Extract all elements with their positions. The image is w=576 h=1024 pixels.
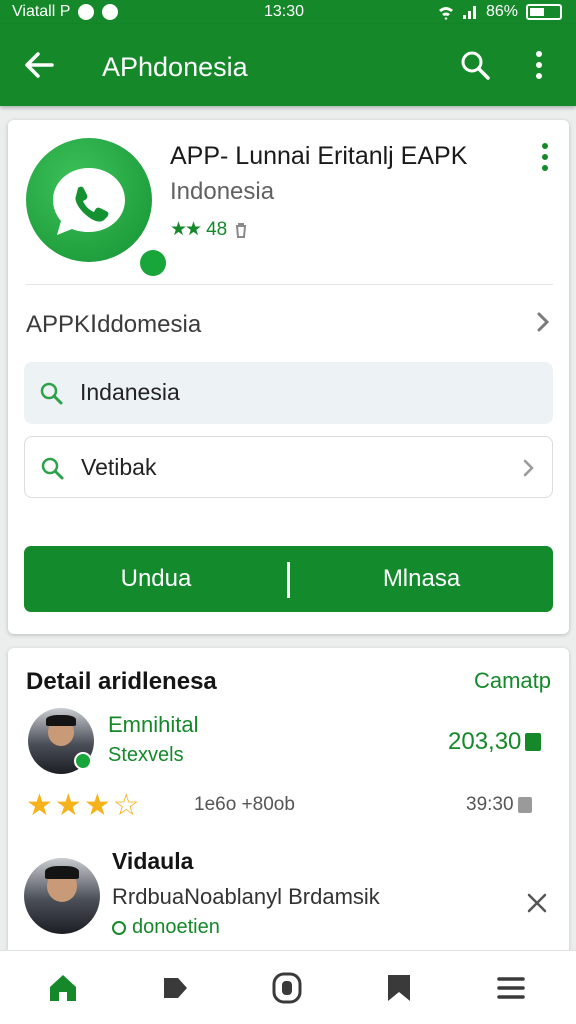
bookmark-icon[interactable] [382,971,416,1005]
review-price: 203,30 [448,728,542,756]
status-right: 86% [438,3,562,21]
shield-icon[interactable] [270,971,304,1005]
publisher-link-label: APPKⅠddomesia [26,311,202,338]
app-name: APP- Lunnai Eritanlj EAPK [170,142,468,170]
app-subtitle: Indonesia [170,178,275,205]
search-icon [41,457,64,480]
battery-icon [526,4,562,20]
avatar[interactable] [24,858,100,934]
notification-icon [78,4,95,20]
card-more-icon[interactable] [538,142,552,172]
notification-icon-2 [102,4,119,20]
search-field-region[interactable]: Indanesia [24,362,553,424]
search-icon[interactable] [458,48,492,82]
star-icon: ★ [26,789,53,822]
reviewer-sub: Stexvels [108,744,184,766]
carrier-text: Viatall Р [12,3,71,20]
details-title: Detail aridlenesa [26,668,217,695]
app-bar: APhdonesia [0,24,576,106]
user-name: Vidaula [112,848,194,874]
user-sub: RrdbuaNoablanyl Brdamsik [112,884,380,909]
search-field-category[interactable]: Vetibak [24,436,553,498]
app-card: APP- Lunnai Eritanlj EAPK Indonesia ★★ 4… [8,120,569,634]
details-action-link[interactable]: Camatp [474,668,551,694]
review-time: 39:30 [466,794,532,816]
chevron-right-icon [537,312,550,332]
chat-phone-icon [53,168,125,235]
arrow-back-icon[interactable] [22,48,56,82]
status-bar: Viatall Р 13:30 86% [0,0,576,24]
star-icon: ★ [54,789,82,822]
download-button[interactable]: Undua [24,546,288,612]
tag-icon[interactable] [158,971,192,1005]
star-half-icon: ☆ [112,789,140,822]
clock-icon [517,797,532,813]
category-field-text: Vetibak [81,454,157,480]
app-logo [26,138,170,280]
wifi-icon [438,7,453,20]
user-link-text: donoetien [132,916,220,938]
menu-icon[interactable] [494,971,528,1005]
open-button[interactable]: Mlnasa [290,546,553,612]
app-badge [136,246,170,280]
more-vert-icon[interactable] [524,48,554,82]
review-time-value: 39:30 [466,794,514,815]
search-field-text: Indanesia [80,379,180,405]
chevron-right-icon [523,459,534,477]
bottom-navigation [0,950,576,1024]
close-icon[interactable] [526,892,548,914]
trash-icon [236,222,247,238]
action-bar: Undua Mlnasa [24,546,553,612]
reviewer-name: Emnihital [108,712,199,737]
battery-percent: 86% [485,3,518,20]
rating-stars: ★★ [170,219,202,240]
price-value: 203,30 [448,728,522,755]
search-icon [40,382,63,405]
publisher-link-row[interactable]: APPKⅠddomesia [26,300,553,344]
user-link[interactable]: donoetien [112,916,220,939]
home-icon[interactable] [46,971,80,1005]
page-title: APhdonesia [102,52,248,82]
signal-icon [462,6,476,19]
rating-value: 48 [206,218,228,240]
status-time: 13:30 [264,3,305,20]
app-rating: ★★ 48 [170,218,249,241]
star-icon: ★ [83,789,111,822]
review-stars: ★ ★ ★ ☆ [26,788,140,823]
divider [26,284,553,285]
details-card: Detail aridlenesa Camatp Emnihital Stexv… [8,648,569,950]
review-meta: 1e6o +80ob [194,794,295,815]
price-tag-icon [525,733,542,751]
status-left: Viatall Р [12,3,119,21]
link-icon [112,920,126,935]
verified-badge-icon [74,752,92,770]
